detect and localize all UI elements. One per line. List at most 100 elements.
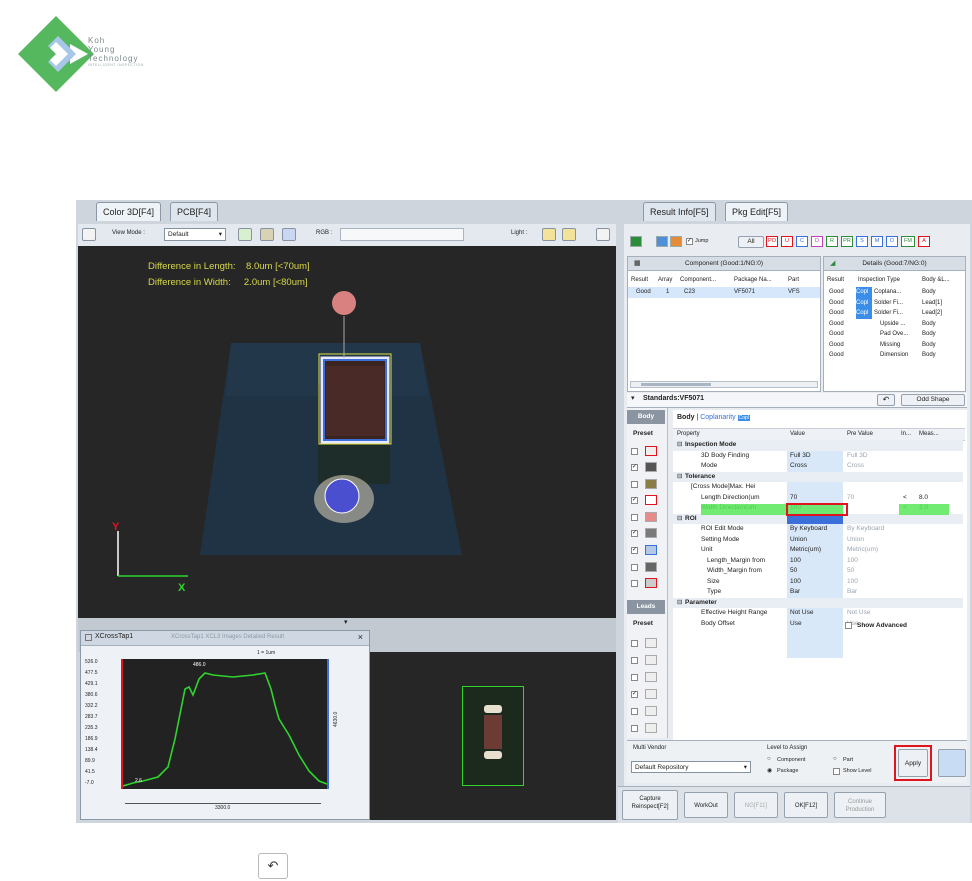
value-editor-dropdown[interactable] <box>787 516 843 524</box>
apply-button[interactable]: Apply <box>898 749 928 777</box>
preset-checkbox[interactable] <box>631 481 638 488</box>
leads-side-tab[interactable]: Leads <box>627 600 665 614</box>
ng-button[interactable]: NG[F11] <box>734 792 778 818</box>
filter-button[interactable]: D <box>811 236 823 247</box>
horizontal-scrollbar[interactable] <box>630 381 818 388</box>
jump-checkbox[interactable]: ✓ <box>686 238 693 245</box>
flat-view-icon[interactable] <box>260 228 274 241</box>
table-row[interactable]: Good Missing Body <box>824 340 965 351</box>
filter-button[interactable]: FM <box>901 236 915 247</box>
close-icon[interactable]: × <box>358 632 363 642</box>
body-side-tab[interactable]: Body <box>627 410 665 424</box>
ok-button[interactable]: OK[F12] <box>784 792 828 818</box>
filter-button[interactable]: C <box>796 236 808 247</box>
property-row[interactable]: ROI Edit Mode By Keyboard By Keyboard <box>673 524 963 535</box>
collapse-box-icon[interactable]: ⊟ <box>677 440 682 451</box>
filter-all-button[interactable]: All <box>738 236 764 248</box>
filter-button[interactable]: M <box>871 236 883 247</box>
rgb-field[interactable] <box>340 228 464 241</box>
filter-button[interactable]: D <box>886 236 898 247</box>
preset-checkbox[interactable] <box>631 725 638 732</box>
3d-viewport[interactable]: Difference in Length: 8.0um [<70um] Diff… <box>78 246 616 618</box>
table-row[interactable]: Good 1 C23 VF5071 VFS <box>628 287 820 298</box>
property-row[interactable]: Mode Cross Cross <box>673 461 963 472</box>
panel-collapse-icon[interactable]: ▾ <box>344 618 348 626</box>
save-package-button[interactable] <box>938 749 966 777</box>
preset-checkbox[interactable] <box>631 640 638 647</box>
property-row[interactable]: Setting Mode Union Union <box>673 535 963 546</box>
coplanarity-icon[interactable] <box>645 545 657 555</box>
preset-checkbox[interactable]: ✓ <box>631 497 638 504</box>
preset-checkbox[interactable] <box>631 708 638 715</box>
preset-checkbox[interactable] <box>631 657 638 664</box>
property-row[interactable]: Size 100 100 <box>673 577 963 588</box>
lead-icon[interactable] <box>645 723 657 733</box>
table-row[interactable]: Good Upside ... Body <box>824 319 965 330</box>
cross-section-titlebar[interactable]: XCrossTap1 XCrossTap1 XCL3 Images Detail… <box>81 631 369 646</box>
filter-button[interactable]: R <box>826 236 838 247</box>
undo-button[interactable]: ↶ <box>877 394 895 406</box>
table-row[interactable]: Good Copl Solder Fi... Lead[1] <box>824 297 965 308</box>
chip-icon[interactable] <box>645 462 657 472</box>
lead-icon[interactable] <box>645 706 657 716</box>
property-row[interactable]: 3D Body Finding Full 3D Full 3D <box>673 451 963 462</box>
preset-checkbox[interactable] <box>631 514 638 521</box>
property-row[interactable]: Width_Margin from 50 50 <box>673 566 963 577</box>
light-off-icon[interactable] <box>562 228 576 241</box>
package-radio[interactable]: ◉ <box>767 767 772 774</box>
view-mode-select[interactable]: Default ▾ <box>164 228 226 241</box>
part-radio[interactable]: ○ <box>833 756 837 762</box>
collapse-box-icon[interactable]: ⊟ <box>677 472 682 483</box>
tab-pkg-edit[interactable]: Pkg Edit[F5] <box>725 202 789 221</box>
filter-button[interactable]: PO <box>766 236 778 247</box>
view-icon[interactable] <box>656 236 668 247</box>
height-icon[interactable] <box>645 528 657 538</box>
pcb-view-icon[interactable] <box>238 228 252 241</box>
property-row[interactable]: Unit Metric(um) Metric(um) <box>673 545 963 556</box>
workout-button[interactable]: WorkOut <box>684 792 728 818</box>
width-value-redbox[interactable] <box>786 503 848 516</box>
preset-checkbox[interactable]: ✓ <box>631 530 638 537</box>
odd-shape-button[interactable]: Odd Shape <box>901 394 965 406</box>
preset-checkbox[interactable]: ✓ <box>631 547 638 554</box>
tab-body[interactable]: Body <box>677 414 695 421</box>
component-radio[interactable]: ○ <box>767 756 771 762</box>
view-tool-icon[interactable] <box>82 228 96 241</box>
board-icon[interactable] <box>645 479 657 489</box>
tab-color-3d[interactable]: Color 3D[F4] <box>96 202 162 221</box>
preset-checkbox[interactable] <box>631 580 638 587</box>
undo-icon[interactable]: ↶ <box>258 853 288 879</box>
solder-icon[interactable] <box>645 562 657 572</box>
tilt-icon[interactable] <box>645 512 657 522</box>
collapse-icon[interactable]: ▾ <box>631 394 635 402</box>
save-icon[interactable] <box>596 228 610 241</box>
property-category[interactable]: ⊟ Parameter <box>673 597 963 609</box>
property-row[interactable]: Length_Margin from 100 100 <box>673 556 963 567</box>
table-row[interactable]: Good Dimension Body <box>824 350 965 361</box>
collapse-box-icon[interactable]: ⊟ <box>677 598 682 609</box>
light-on-icon[interactable] <box>542 228 556 241</box>
property-category[interactable]: ⊟ Tolerance <box>673 471 963 483</box>
preset-checkbox[interactable]: ✓ <box>631 464 638 471</box>
capture-reinspect-button[interactable]: Capture Reinspect[F2] <box>622 790 678 820</box>
repository-select[interactable]: Default Repository ▾ <box>631 761 751 773</box>
property-row[interactable]: Length Direction(um 70 70 <8.0 <box>673 493 963 504</box>
table-row[interactable]: Good Copl Coplana... Body <box>824 287 965 298</box>
lead-icon[interactable] <box>645 689 657 699</box>
filter-button[interactable]: PR <box>841 236 853 247</box>
preset-checkbox[interactable] <box>631 448 638 455</box>
table-row[interactable]: Good Copl Solder Fi... Lead[2] <box>824 308 965 319</box>
outline-icon[interactable] <box>645 495 657 505</box>
filter-button[interactable]: S <box>856 236 868 247</box>
show-advanced-checkbox[interactable] <box>845 622 852 629</box>
missing-icon[interactable] <box>645 578 657 588</box>
table-row[interactable]: Good Pad Ove... Body <box>824 329 965 340</box>
color-icon[interactable] <box>670 236 682 247</box>
property-category[interactable]: ⊟ Inspection Mode <box>673 440 963 451</box>
filter-button[interactable]: U <box>781 236 793 247</box>
camera-icon[interactable] <box>630 236 642 247</box>
lead-icon[interactable] <box>645 638 657 648</box>
lead-icon[interactable] <box>645 672 657 682</box>
property-row[interactable]: Effective Height Range Not Use Not Use <box>673 608 963 619</box>
preset-checkbox[interactable] <box>631 674 638 681</box>
